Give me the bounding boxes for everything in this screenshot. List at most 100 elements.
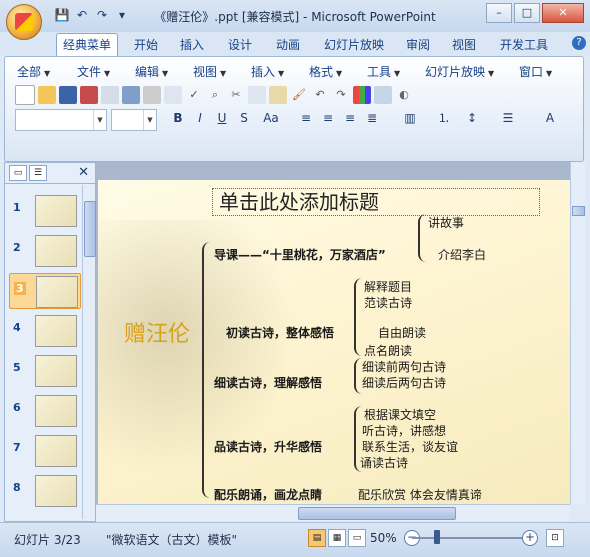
menu-window[interactable]: 窗口 ▼ xyxy=(519,63,552,80)
menu-slideshow[interactable]: 幻灯片放映 ▼ xyxy=(425,63,494,80)
slide-number: 1 xyxy=(13,201,21,214)
tab-animation[interactable]: 动画 xyxy=(270,35,306,55)
office-button[interactable] xyxy=(6,4,42,40)
tab-view[interactable]: 视图 xyxy=(446,35,482,55)
tab-slideshow[interactable]: 幻灯片放映 xyxy=(318,35,390,55)
menu-all[interactable]: 全部 ▼ xyxy=(17,63,50,80)
align-right-icon[interactable]: ≡ xyxy=(341,109,359,127)
slide-thumbnail[interactable]: 8 xyxy=(9,473,79,507)
slide-canvas[interactable]: 单击此处添加标题 赠汪伦 导课——“十里桃花，万家酒店” 讲故事 介绍李白 初读… xyxy=(98,180,570,504)
slide-thumbnail[interactable]: 6 xyxy=(9,393,79,427)
undo-icon[interactable]: ↶ xyxy=(311,86,329,104)
section-item: 自由朗读 xyxy=(378,326,427,340)
shadow-button[interactable]: S xyxy=(235,109,253,127)
tab-classic-menu[interactable]: 经典菜单 xyxy=(56,33,119,57)
slide-vertical-scrollbar[interactable] xyxy=(570,162,585,504)
slide-thumbnail[interactable]: 1 xyxy=(9,193,79,227)
permission-icon[interactable] xyxy=(80,86,98,104)
slide-thumbnail-selected[interactable]: 3 xyxy=(9,273,81,309)
chevron-down-icon[interactable]: ▼ xyxy=(93,110,106,130)
section-item: 联系生活，谈友谊 xyxy=(362,440,459,454)
scrollbar-thumb[interactable] xyxy=(572,206,585,216)
insert-table-icon[interactable] xyxy=(374,86,392,104)
line-spacing-icon[interactable]: ↕ xyxy=(463,109,481,127)
menu-file[interactable]: 文件 ▼ xyxy=(77,63,110,80)
title-placeholder[interactable]: 单击此处添加标题 xyxy=(212,188,540,216)
menu-format[interactable]: 格式 ▼ xyxy=(309,63,342,80)
underline-button[interactable]: U xyxy=(213,109,231,127)
spelling-icon[interactable] xyxy=(122,86,140,104)
tab-insert[interactable]: 插入 xyxy=(174,35,210,55)
new-document-icon[interactable] xyxy=(15,85,35,105)
spellcheck-icon[interactable]: ✓ xyxy=(185,86,203,104)
align-center-icon[interactable]: ≡ xyxy=(319,109,337,127)
scrollbar-thumb[interactable] xyxy=(84,201,96,257)
chevron-down-icon[interactable]: ▼ xyxy=(143,110,156,130)
slide-number: 8 xyxy=(13,481,21,494)
tab-design[interactable]: 设计 xyxy=(222,35,258,55)
slide-horizontal-scrollbar[interactable] xyxy=(96,504,570,521)
zoom-slider-track[interactable] xyxy=(412,537,522,539)
menu-view[interactable]: 视图 ▼ xyxy=(193,63,226,80)
tab-home[interactable]: 开始 xyxy=(128,35,164,55)
bullets-icon[interactable]: ☰ xyxy=(499,109,517,127)
columns-icon[interactable]: ▥ xyxy=(401,109,419,127)
change-case-button[interactable]: Aa xyxy=(259,109,283,127)
open-folder-icon[interactable] xyxy=(38,86,56,104)
close-icon[interactable]: ✕ xyxy=(78,165,89,180)
standard-toolbar: ✓ ⌕ ✂ 🖌 ↶ ↷ ◐ xyxy=(15,85,413,105)
close-button[interactable]: ✕ xyxy=(542,3,584,23)
thumbnail-scrollbar[interactable] xyxy=(82,185,96,519)
translate-icon[interactable]: ⌕ xyxy=(206,86,224,104)
insert-chart-icon[interactable] xyxy=(353,86,371,104)
font-name-combo[interactable]: ▼ xyxy=(15,109,107,131)
bold-button[interactable]: B xyxy=(169,109,187,127)
slides-tab-icon[interactable]: ▭ xyxy=(9,165,27,181)
maximize-button[interactable]: □ xyxy=(514,3,540,23)
color-grayscale-icon[interactable]: ◐ xyxy=(395,86,413,104)
justify-icon[interactable]: ≣ xyxy=(363,109,381,127)
tab-developer[interactable]: 开发工具 xyxy=(494,35,554,55)
print-icon[interactable] xyxy=(143,86,161,104)
italic-button[interactable]: I xyxy=(191,109,209,127)
font-size-combo[interactable]: ▼ xyxy=(111,109,157,131)
format-painter-icon[interactable]: 🖌 xyxy=(290,86,308,104)
print-preview-icon[interactable] xyxy=(101,86,119,104)
slide-thumbnail[interactable]: 4 xyxy=(9,313,79,347)
font-color-icon[interactable]: A xyxy=(539,109,561,127)
research-icon[interactable] xyxy=(164,86,182,104)
minimize-button[interactable]: – xyxy=(486,3,512,23)
zoom-slider-knob[interactable] xyxy=(434,530,440,544)
menu-insert[interactable]: 插入 ▼ xyxy=(251,63,284,80)
slide-number: 3 xyxy=(14,282,26,295)
numbering-icon[interactable]: ⒈ xyxy=(435,109,453,127)
normal-view-icon[interactable]: ▤ xyxy=(308,529,326,547)
section-item: 范读古诗 xyxy=(364,296,413,310)
copy-icon[interactable] xyxy=(248,86,266,104)
redo-icon[interactable]: ↷ xyxy=(332,86,350,104)
help-icon[interactable]: ? xyxy=(572,36,586,50)
menu-tools[interactable]: 工具 ▼ xyxy=(367,63,400,80)
slideshow-view-icon[interactable]: ▭ xyxy=(348,529,366,547)
cut-icon[interactable]: ✂ xyxy=(227,86,245,104)
zoom-level[interactable]: 50% xyxy=(370,531,397,545)
zoom-in-icon[interactable]: + xyxy=(522,530,538,546)
align-left-icon[interactable]: ≡ xyxy=(297,109,315,127)
sub-brace xyxy=(354,278,362,356)
fit-to-window-icon[interactable]: ⊡ xyxy=(546,529,564,547)
slide-preview xyxy=(36,276,78,308)
slide-thumbnail[interactable]: 5 xyxy=(9,353,79,387)
slide-thumbnail[interactable]: 2 xyxy=(9,233,79,267)
outline-tab-icon[interactable]: ☰ xyxy=(29,165,47,181)
title-bar: 💾 ↶ ↷ ▾ 《赠汪伦》.ppt [兼容模式] - Microsoft Pow… xyxy=(0,0,590,40)
save-icon[interactable] xyxy=(59,86,77,104)
section-heading: 品读古诗，升华感悟 xyxy=(214,440,323,454)
paste-icon[interactable] xyxy=(269,86,287,104)
slide-preview xyxy=(35,395,77,427)
menu-edit[interactable]: 编辑 ▼ xyxy=(135,63,168,80)
section-heading: 配乐朗诵，画龙点睛 xyxy=(214,488,323,502)
tab-review[interactable]: 审阅 xyxy=(400,35,436,55)
slide-thumbnail[interactable]: 7 xyxy=(9,433,79,467)
slide-sorter-icon[interactable]: ▦ xyxy=(328,529,346,547)
scrollbar-thumb[interactable] xyxy=(298,507,456,520)
